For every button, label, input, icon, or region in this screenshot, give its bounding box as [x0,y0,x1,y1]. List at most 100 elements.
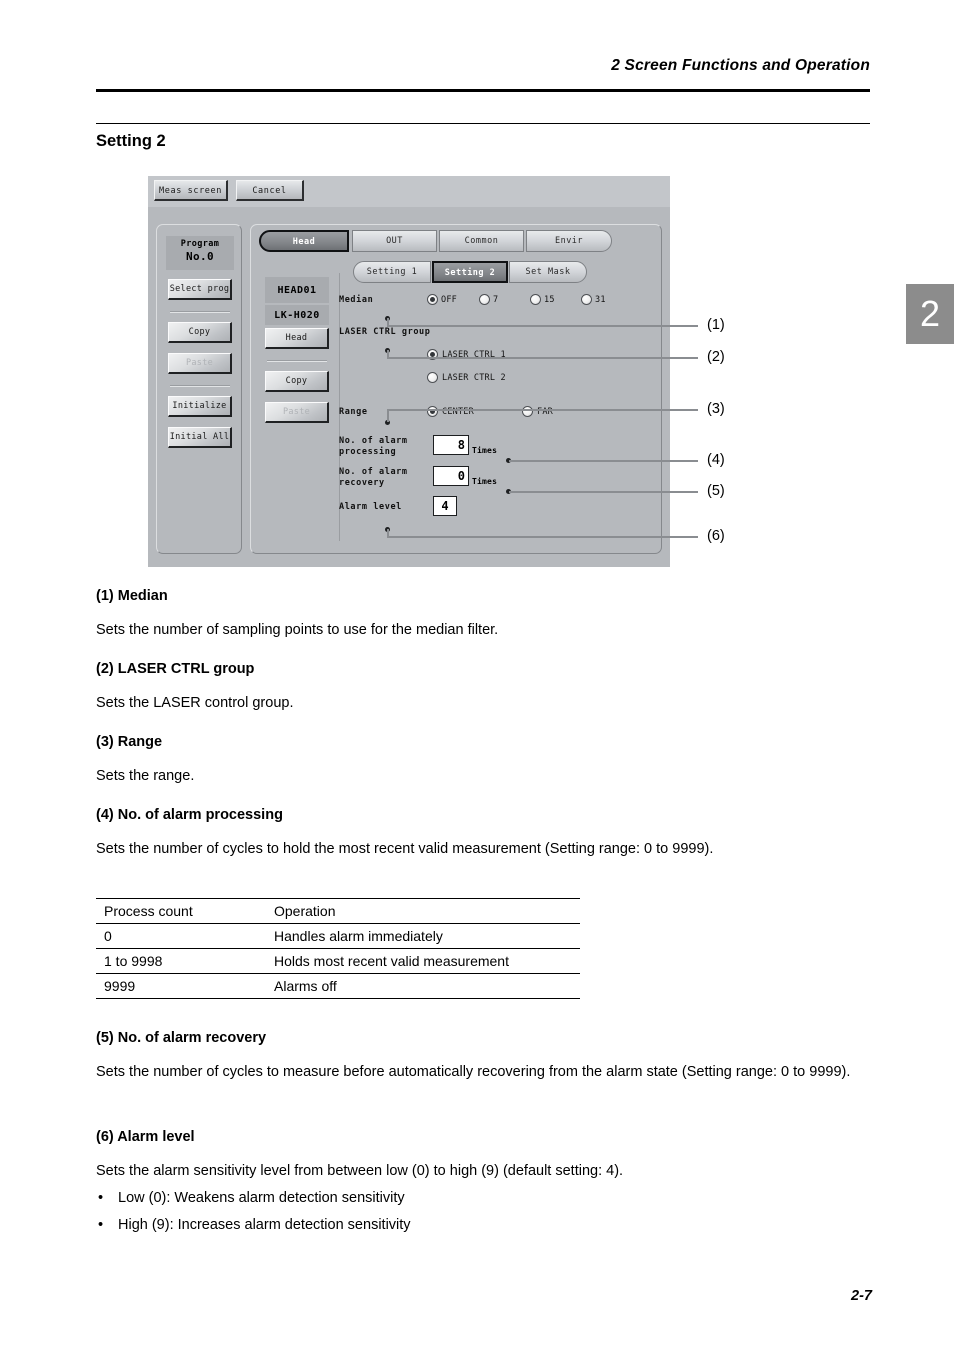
median-option-7-label: 7 [493,295,499,305]
median-option-15-label: 15 [544,295,555,305]
program-divider-1 [170,311,230,313]
program-value: No.0 [185,250,215,263]
program-panel: Program No.0 Select prog Copy Paste Init… [156,224,242,554]
callout-6-line [387,536,698,538]
table-row: 0 Handles alarm immediately [96,923,580,949]
tab-common[interactable]: Common [439,230,524,252]
cancel-button[interactable]: Cancel [236,180,304,201]
callout-2-number: (2) [707,349,725,365]
program-paste-button: Paste [168,353,232,374]
heading-1: (1) Median [96,588,168,604]
callout-5-line [509,491,698,493]
program-display: Program No.0 [166,236,234,270]
tab-out[interactable]: OUT [352,230,437,252]
heading-2: (2) LASER CTRL group [96,661,255,677]
callout-1-number: (1) [707,317,725,333]
initial-all-button[interactable]: Initial All [168,427,232,448]
heading-6: (6) Alarm level [96,1129,195,1145]
table-row: 1 to 9998 Holds most recent valid measur… [96,948,580,974]
list-item: • High (9): Increases alarm detection se… [96,1213,872,1238]
list-item-label: Low (0): Weakens alarm detection sensiti… [118,1190,405,1206]
sub-tab-row: Setting 1 Setting 2 Set Mask [353,261,591,285]
callout-6-number: (6) [707,528,725,544]
alarm-processing-label-line1: No. of alarm [339,436,408,446]
laser-ctrl-group-label: LASER CTRL group [339,327,431,337]
callout-4-line [509,460,698,462]
table-cell-operation: Holds most recent valid measurement [266,948,580,974]
device-body: Program No.0 Select prog Copy Paste Init… [148,207,670,567]
list-item-label: High (9): Increases alarm detection sens… [118,1217,411,1233]
table-cell-operation: Alarms off [266,973,580,999]
median-option-31-label: 31 [595,295,606,305]
page-title: Setting 2 [96,132,166,150]
head-button[interactable]: Head [265,328,329,349]
header-rule [96,89,870,92]
range-radio-center[interactable] [427,406,438,417]
head-divider-1 [267,360,327,362]
callout-3-line [387,409,698,411]
callout-3-number: (3) [707,401,725,417]
alarm-recovery-label-line2: recovery [339,478,385,488]
head-column: HEAD01 LK-H020 Head Copy Paste [259,273,340,541]
bullet-icon: • [98,1190,104,1206]
page-number: 2-7 [851,1288,872,1304]
median-option-off-label: OFF [441,295,457,305]
alarm-recovery-unit: Times [472,477,498,486]
alarm-level-value[interactable]: 4 [433,496,457,516]
table-header-process-count: Process count [96,898,266,924]
body-4: Sets the number of cycles to hold the mo… [96,841,714,857]
table-cell-count: 9999 [96,973,266,999]
table-cell-count: 1 to 9998 [96,948,266,974]
body-3: Sets the range. [96,768,195,784]
running-head-text: 2 Screen Functions and Operation [611,57,870,74]
tab-setting-1[interactable]: Setting 1 [353,261,431,283]
callout-3-stem [387,410,389,422]
settings-panel: Head OUT Common Envir HEAD01 LK-H020 Hea… [250,224,662,554]
heading-3: (3) Range [96,734,163,750]
heading-4: (4) No. of alarm processing [96,807,283,823]
main-tab-row: Head OUT Common Envir [259,230,655,254]
device-screenshot: Meas screen Cancel Program No.0 Select p… [148,176,670,567]
median-radio-31[interactable] [581,294,592,305]
alarm-recovery-value[interactable]: 0 [433,466,469,486]
head-name-display: HEAD01 [265,277,329,303]
alarm-processing-unit: Times [472,446,498,455]
median-radio-15[interactable] [530,294,541,305]
table-cell-count: 0 [96,923,266,949]
alarm-level-label: Alarm level [339,502,402,512]
body-5: Sets the number of cycles to measure bef… [96,1064,851,1080]
initialize-button[interactable]: Initialize [168,396,232,417]
callout-2-line [387,357,698,359]
process-count-table: Process count Operation 0 Handles alarm … [96,898,580,999]
tab-envir[interactable]: Envir [526,230,612,252]
program-label: Program [180,239,220,249]
meas-screen-button[interactable]: Meas screen [154,180,228,201]
tab-head[interactable]: Head [259,230,349,252]
head-model-display: LK-H020 [265,305,329,325]
median-radio-7[interactable] [479,294,490,305]
body-1: Sets the number of sampling points to us… [96,622,499,638]
callout-4-number: (4) [707,452,725,468]
alarm-processing-value[interactable]: 8 [433,435,469,455]
range-radio-far[interactable] [522,406,533,417]
running-head: 2 Screen Functions and Operation [96,57,870,75]
select-prog-button[interactable]: Select prog [168,279,232,300]
callout-1-line [387,325,698,327]
table-header-row: Process count Operation [96,898,580,924]
range-label: Range [339,407,368,417]
median-radio-off[interactable] [427,294,438,305]
table-cell-operation: Handles alarm immediately [266,923,580,949]
heading-5: (5) No. of alarm recovery [96,1030,267,1046]
device-toolbar: Meas screen Cancel [148,176,670,208]
program-copy-button[interactable]: Copy [168,322,232,343]
list-item: • Low (0): Weakens alarm detection sensi… [96,1186,872,1211]
laser-ctrl-2-radio[interactable] [427,372,438,383]
table-row: 9999 Alarms off [96,973,580,999]
section-rule [96,123,870,124]
body-2: Sets the LASER control group. [96,695,294,711]
head-copy-button[interactable]: Copy [265,371,329,392]
tab-set-mask[interactable]: Set Mask [509,261,587,283]
tab-setting-2[interactable]: Setting 2 [432,261,508,283]
head-paste-button: Paste [265,402,329,423]
program-divider-2 [170,385,230,387]
